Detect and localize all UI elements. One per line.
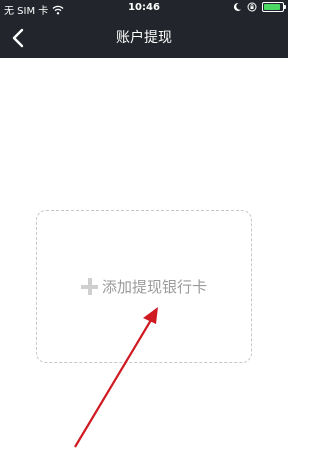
back-button[interactable]: [6, 24, 34, 52]
battery-fill: [264, 4, 281, 10]
orientation-lock-icon: [247, 2, 257, 12]
status-right: [232, 2, 286, 12]
plus-icon: [80, 278, 98, 295]
add-bank-card-label: 添加提现银行卡: [101, 278, 207, 296]
battery-tip: [284, 5, 286, 9]
battery-icon: [262, 2, 286, 12]
status-bar: 无 SIM 卡 10:46: [0, 0, 288, 18]
chevron-left-icon: [12, 28, 24, 48]
add-bank-card-button[interactable]: 添加提现银行卡: [36, 210, 252, 363]
page-title: 账户提现: [116, 30, 172, 46]
moon-icon: [232, 2, 242, 12]
nav-bar: 账户提现: [0, 18, 288, 58]
